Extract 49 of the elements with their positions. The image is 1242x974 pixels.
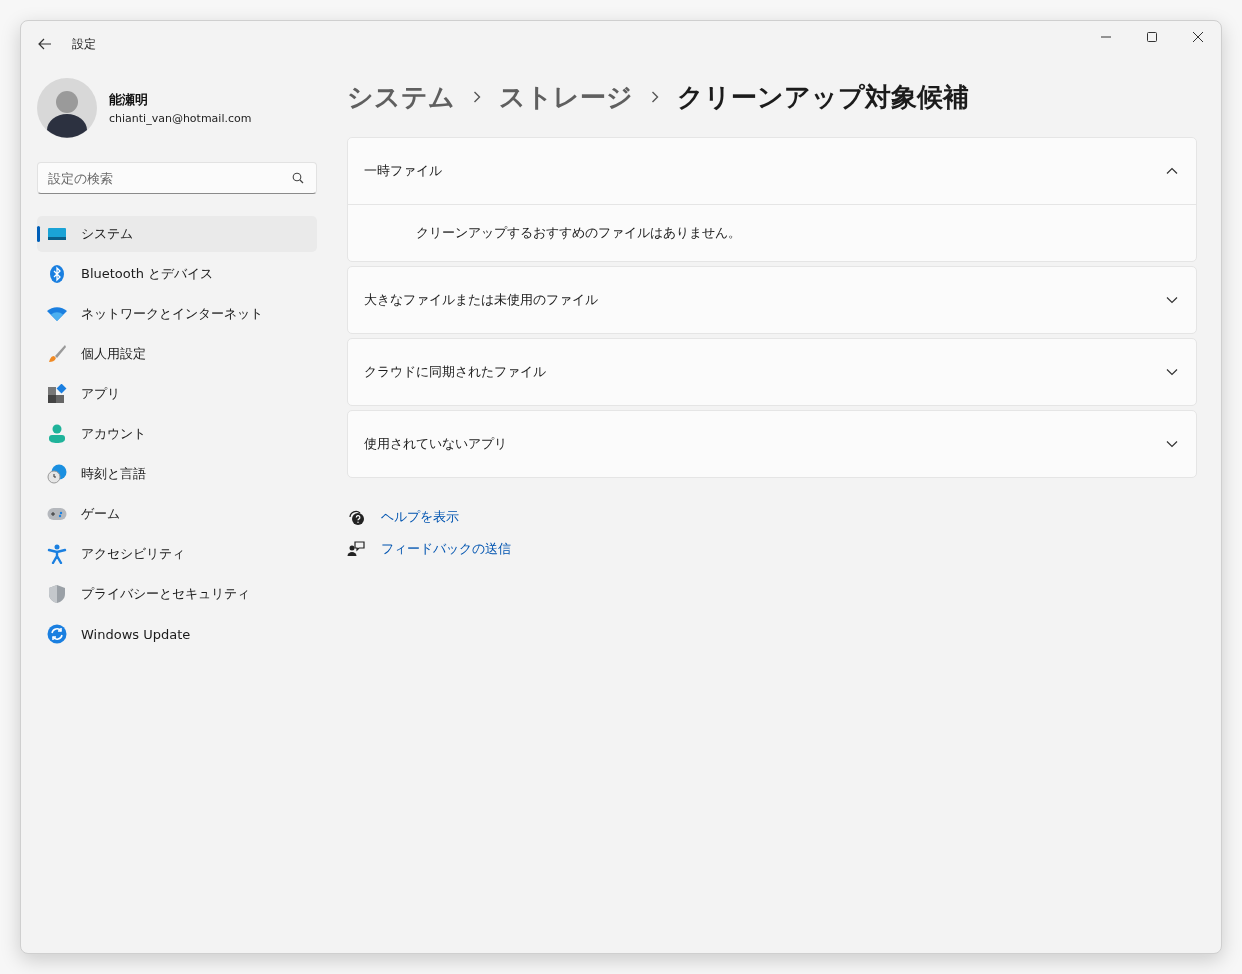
breadcrumb-item[interactable]: ストレージ bbox=[499, 79, 633, 115]
search-field[interactable]: 設定の検索 bbox=[37, 162, 317, 194]
brush-icon bbox=[47, 344, 67, 364]
sidebar-item[interactable]: アクセシビリティ bbox=[37, 536, 317, 572]
sidebar-item[interactable]: Windows Update bbox=[37, 616, 317, 652]
expander-header[interactable]: 一時ファイル bbox=[348, 138, 1196, 204]
avatar-silhouette bbox=[37, 78, 97, 138]
window-title: 設定 bbox=[72, 35, 96, 53]
help-icon bbox=[347, 508, 365, 526]
expander-header[interactable]: 大きなファイルまたは未使用のファイル bbox=[348, 267, 1196, 333]
chevron-right-icon bbox=[473, 91, 481, 103]
sidebar-item[interactable]: ゲーム bbox=[37, 496, 317, 532]
search-icon bbox=[292, 172, 304, 184]
breadcrumb-item: クリーンアップ対象候補 bbox=[677, 80, 969, 114]
sidebar-item[interactable]: 個人用設定 bbox=[37, 336, 317, 372]
chevron-up-icon bbox=[1166, 167, 1178, 175]
sidebar-item[interactable]: 時刻と言語 bbox=[37, 456, 317, 492]
user-name: 能瀬明 bbox=[109, 91, 149, 109]
sidebar-item[interactable]: アプリ bbox=[37, 376, 317, 412]
accessibility-icon bbox=[47, 544, 67, 564]
sidebar-item[interactable]: システム bbox=[37, 216, 317, 252]
chevron-down-icon bbox=[1166, 440, 1178, 448]
sidebar-item[interactable]: Bluetooth とデバイス bbox=[37, 256, 317, 292]
help-link[interactable]: ヘルプを表示 bbox=[381, 508, 459, 526]
user-email: chianti_van@hotmail.com bbox=[109, 112, 252, 125]
wifi-icon bbox=[47, 307, 67, 321]
feedback-link[interactable]: フィードバックの送信 bbox=[381, 540, 511, 558]
chevron-right-icon bbox=[651, 91, 659, 103]
globe-clock-icon bbox=[47, 464, 67, 484]
person-icon bbox=[47, 424, 67, 444]
apps-icon bbox=[47, 384, 67, 404]
maximize-icon[interactable] bbox=[1147, 32, 1157, 42]
monitor-icon bbox=[47, 226, 67, 242]
sidebar-item[interactable]: アカウント bbox=[37, 416, 317, 452]
feedback-icon bbox=[347, 540, 365, 558]
expander-header[interactable]: クラウドに同期されたファイル bbox=[348, 339, 1196, 405]
expander-header[interactable]: 使用されていないアプリ bbox=[348, 411, 1196, 477]
chevron-down-icon bbox=[1166, 296, 1178, 304]
close-icon[interactable] bbox=[1193, 32, 1203, 42]
gamepad-icon bbox=[47, 507, 67, 521]
shield-icon bbox=[47, 584, 67, 604]
chevron-down-icon bbox=[1166, 368, 1178, 376]
update-icon bbox=[47, 624, 67, 644]
expander-message: クリーンアップするおすすめのファイルはありません。 bbox=[348, 204, 1196, 261]
bluetooth-icon bbox=[47, 264, 67, 284]
sidebar-item[interactable]: プライバシーとセキュリティ bbox=[37, 576, 317, 612]
sidebar-item[interactable]: ネットワークとインターネット bbox=[37, 296, 317, 332]
breadcrumb-item[interactable]: システム bbox=[347, 79, 455, 115]
back-icon[interactable] bbox=[38, 38, 52, 50]
